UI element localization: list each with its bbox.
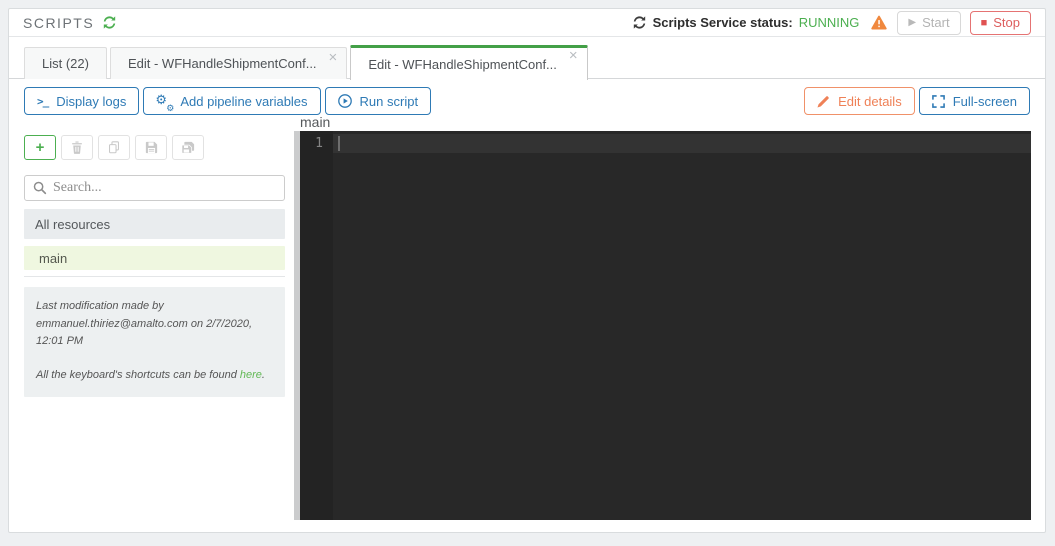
service-status-label: Scripts Service status: xyxy=(652,15,793,30)
shortcuts-text: All the keyboard's shortcuts can be foun… xyxy=(36,368,265,381)
save-all-button[interactable] xyxy=(172,135,204,160)
close-icon[interactable]: × xyxy=(329,50,338,65)
add-pipeline-variables-button[interactable]: ⚙ ⚙ Add pipeline variables xyxy=(143,87,321,115)
run-script-label: Run script xyxy=(359,93,419,109)
toolbar-right-group: Edit details Full-screen xyxy=(804,87,1030,115)
full-screen-label: Full-screen xyxy=(952,93,1017,109)
shortcuts-link[interactable]: here xyxy=(240,369,262,381)
panel-header: SCRIPTS Scripts Service status: RUNNING xyxy=(9,9,1045,37)
resource-item-label: main xyxy=(39,250,68,266)
tab-label: List (22) xyxy=(42,56,89,71)
gears-icon: ⚙ ⚙ xyxy=(155,91,175,113)
search-icon xyxy=(33,181,47,195)
tab-label: Edit - WFHandleShipmentConf... xyxy=(368,56,557,72)
stop-button[interactable]: ■ Stop xyxy=(969,10,1031,35)
save-resource-button[interactable] xyxy=(135,135,167,160)
resource-group-header: All resources xyxy=(24,209,285,239)
display-logs-label: Display logs xyxy=(56,93,127,109)
service-refresh-icon[interactable] xyxy=(633,16,646,29)
resource-actions: + xyxy=(24,135,285,160)
search-input[interactable] xyxy=(53,180,276,196)
pencil-icon xyxy=(817,95,830,108)
delete-resource-button[interactable] xyxy=(61,135,93,160)
stop-button-label: Stop xyxy=(993,15,1020,30)
refresh-icon[interactable] xyxy=(103,16,116,29)
line-number: 1 xyxy=(315,136,323,151)
fullscreen-icon xyxy=(931,94,945,108)
active-line-highlight xyxy=(300,134,1031,153)
add-resource-button[interactable]: + xyxy=(24,135,56,160)
text-cursor xyxy=(338,136,340,151)
resource-search xyxy=(24,175,285,201)
last-modification-text: Last modification made by emmanuel.thiri… xyxy=(36,300,252,348)
service-status-bar: Scripts Service status: RUNNING ▶ Start … xyxy=(633,10,1031,35)
display-logs-button[interactable]: >_ Display logs xyxy=(24,87,140,115)
edit-details-label: Edit details xyxy=(838,93,902,109)
code-editor[interactable]: 1 xyxy=(300,131,1031,520)
modification-info: Last modification made by emmanuel.thiri… xyxy=(24,287,285,398)
start-button[interactable]: ▶ Start xyxy=(897,10,961,35)
trash-icon xyxy=(71,141,83,154)
copy-icon xyxy=(108,141,120,154)
terminal-icon: >_ xyxy=(37,94,49,108)
save-all-icon xyxy=(181,141,195,154)
play-icon: ▶ xyxy=(908,17,917,28)
tab-edit-shipment-2[interactable]: Edit - WFHandleShipmentConf... × xyxy=(350,45,588,80)
group-header-label: All resources xyxy=(35,216,111,232)
editor-resource-label: main xyxy=(300,114,331,130)
edit-details-button[interactable]: Edit details xyxy=(804,87,915,115)
run-script-button[interactable]: Run script xyxy=(324,87,432,115)
tab-bar: List (22) Edit - WFHandleShipmentConf...… xyxy=(9,44,1045,80)
plus-icon: + xyxy=(35,139,45,156)
save-icon xyxy=(145,141,158,154)
start-button-label: Start xyxy=(922,15,950,30)
tab-edit-shipment-1[interactable]: Edit - WFHandleShipmentConf... × xyxy=(109,47,348,79)
divider xyxy=(24,276,285,277)
duplicate-resource-button[interactable] xyxy=(98,135,130,160)
play-circle-icon xyxy=(337,94,352,108)
resource-item-main[interactable]: main xyxy=(24,246,285,270)
page-title: SCRIPTS xyxy=(23,14,95,31)
tab-label: Edit - WFHandleShipmentConf... xyxy=(127,56,317,71)
script-toolbar: >_ Display logs ⚙ ⚙ Add pipeline variabl… xyxy=(9,79,1045,115)
resources-sidebar: + Search... All resources main Last modi… xyxy=(24,135,285,398)
tab-list[interactable]: List (22) xyxy=(24,47,107,79)
warning-icon[interactable] xyxy=(871,15,888,30)
add-pipeline-variables-label: Add pipeline variables xyxy=(180,93,308,109)
full-screen-button[interactable]: Full-screen xyxy=(918,87,1030,115)
service-status-value: RUNNING xyxy=(798,15,860,30)
editor-gutter: 1 xyxy=(300,131,333,520)
stop-icon: ■ xyxy=(980,16,988,29)
scripts-panel: SCRIPTS Scripts Service status: RUNNING xyxy=(8,8,1046,533)
close-icon[interactable]: × xyxy=(569,48,578,63)
